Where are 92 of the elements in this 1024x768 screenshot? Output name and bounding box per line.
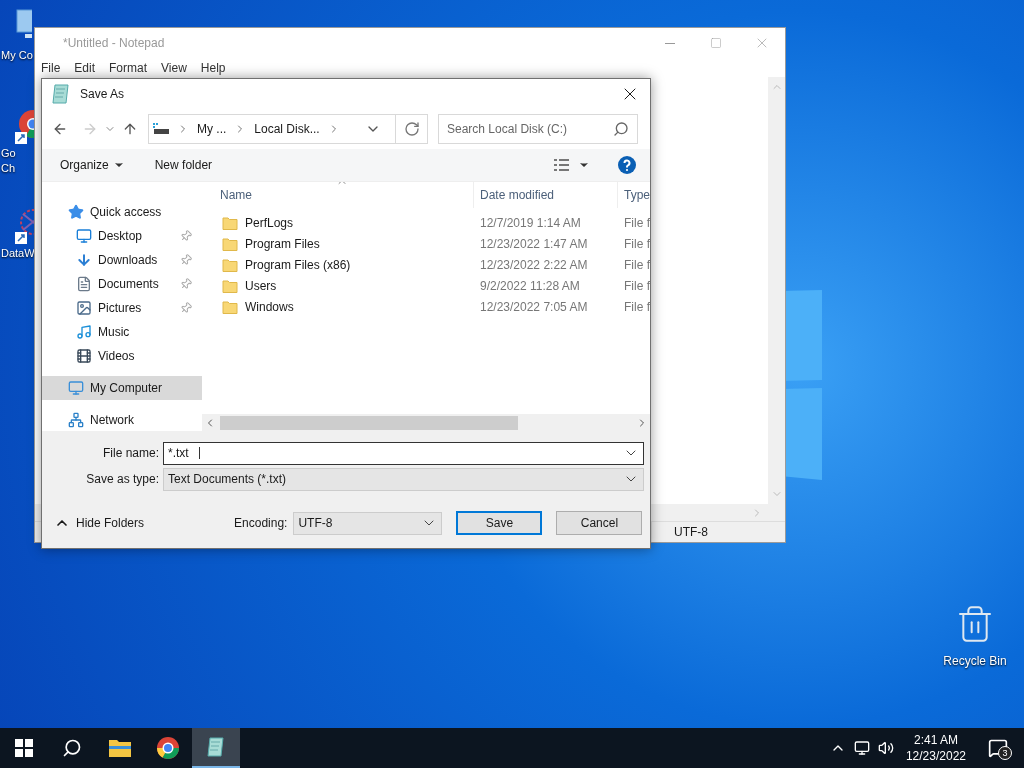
navigation-item[interactable]: Music: [42, 320, 202, 344]
music-icon: [76, 324, 92, 340]
horizontal-scrollbar[interactable]: [202, 414, 650, 431]
new-folder-button[interactable]: New folder: [154, 156, 213, 174]
dialog-button[interactable]: Save: [456, 511, 543, 535]
type-cell-text: File f: [623, 277, 650, 295]
navigation-item[interactable]: Quick access: [42, 200, 202, 224]
network-icon: [68, 412, 84, 428]
breadcrumb-item[interactable]: Local Disk...: [254, 119, 320, 138]
view-options-icon[interactable]: [554, 159, 570, 171]
file-name-cell[interactable]: Program Files: [245, 234, 320, 253]
start-icon[interactable]: [15, 739, 33, 757]
type-cell-text: File f: [623, 256, 650, 274]
date-cell-text: 12/23/2022 7:05 AM: [479, 298, 589, 316]
drive-icon: [153, 122, 169, 135]
file-type-dropdown[interactable]: Text Documents (*.txt): [163, 467, 644, 491]
file-name-cell[interactable]: Windows: [245, 297, 294, 316]
desktop-icon-label: Go: [1, 146, 16, 161]
navigation-item[interactable]: Videos: [42, 344, 202, 368]
field-label: Save as type:: [85, 471, 160, 488]
type-cell-text: File f: [623, 214, 650, 232]
help-icon[interactable]: [618, 156, 636, 174]
organize-button[interactable]: Organize: [60, 156, 125, 174]
menu-item[interactable]: File: [41, 58, 61, 77]
folder-icon: [222, 215, 238, 230]
volume-icon[interactable]: [877, 740, 894, 756]
menu-item[interactable]: Edit: [74, 58, 96, 77]
clock-date: 12/23/2022: [905, 748, 966, 764]
taskbar-button[interactable]: [192, 728, 240, 768]
folder-icon[interactable]: [108, 738, 132, 758]
scrollbar-thumb[interactable]: [220, 415, 518, 430]
folder-icon: [222, 257, 238, 272]
column-header[interactable]: Date modified: [474, 182, 618, 208]
pictures-icon: [76, 300, 92, 316]
address-bar[interactable]: My ... Local Disk...: [148, 113, 428, 144]
notification-badge: 3: [998, 746, 1012, 760]
computer-icon: [68, 380, 84, 396]
network-icon[interactable]: [853, 740, 870, 756]
clock[interactable]: 2:41 AM 12/23/2022: [901, 732, 970, 764]
search-icon[interactable]: [62, 738, 82, 758]
column-header[interactable]: Type: [618, 182, 650, 208]
dialog-title: Save As: [80, 85, 125, 103]
date-cell-text: 12/7/2019 1:14 AM: [479, 214, 582, 232]
file-name-cell[interactable]: Users: [245, 276, 277, 295]
date-cell-text: 12/23/2022 2:22 AM: [479, 256, 589, 274]
navigation-item[interactable]: Downloads: [42, 248, 202, 272]
desktop-icon-label: DataW: [1, 246, 35, 261]
date-cell-text: 12/23/2022 1:47 AM: [479, 235, 589, 253]
navigation-item[interactable]: Pictures: [42, 296, 202, 320]
navigation-item[interactable]: Desktop: [42, 224, 202, 248]
menu-item[interactable]: Format: [109, 58, 148, 77]
notification-icon[interactable]: [988, 738, 1008, 758]
desktop-icon: [76, 228, 92, 244]
type-cell-text: File f: [623, 298, 650, 316]
breadcrumb-item[interactable]: My ...: [197, 119, 227, 138]
document-icon: [76, 276, 92, 292]
star-icon: [68, 204, 84, 220]
desktop-icon-label: My Co: [1, 48, 33, 63]
file-name-cell[interactable]: Program Files (x86): [245, 255, 351, 274]
window-title: *Untitled - Notepad: [63, 35, 165, 52]
dialog-button[interactable]: Cancel: [556, 511, 643, 535]
type-cell-text: File f: [623, 235, 650, 253]
film-icon: [76, 348, 92, 364]
desktop-icon-label: Ch: [1, 161, 16, 176]
menu-item[interactable]: Help: [200, 58, 226, 77]
date-cell-text: 9/2/2022 11:28 AM: [479, 277, 581, 295]
vertical-scrollbar[interactable]: [768, 77, 785, 504]
file-name-cell[interactable]: PerfLogs: [245, 213, 294, 232]
maximize-icon: [710, 37, 722, 49]
clock-time: 2:41 AM: [913, 732, 958, 748]
search-field[interactable]: Search Local Disk (C:): [438, 113, 638, 144]
column-header[interactable]: Name: [202, 182, 474, 208]
field-label: Encoding:: [234, 515, 288, 532]
download-icon: [76, 252, 92, 268]
encoding-dropdown[interactable]: UTF-8: [293, 511, 443, 535]
folder-icon: [222, 299, 238, 314]
menu-item[interactable]: View: [161, 58, 187, 77]
browser-icon[interactable]: [156, 736, 180, 760]
notepad-icon[interactable]: [205, 736, 227, 758]
file-name-field[interactable]: *.txt: [163, 441, 644, 465]
folder-icon: [222, 278, 238, 293]
refresh-icon: [403, 120, 420, 137]
navigation-item[interactable]: Network: [42, 408, 202, 432]
navigation-item[interactable]: Documents: [42, 272, 202, 296]
navigation-item[interactable]: My Computer: [42, 376, 202, 400]
minimize-icon: [665, 42, 675, 44]
hide-folders-button[interactable]: Hide Folders: [48, 514, 145, 532]
field-label: File name:: [101, 445, 160, 462]
folder-icon: [222, 236, 238, 251]
desktop-icon-label: Recycle Bin: [943, 653, 1007, 670]
encoding-status: UTF-8: [674, 524, 708, 541]
search-icon: [613, 120, 629, 137]
